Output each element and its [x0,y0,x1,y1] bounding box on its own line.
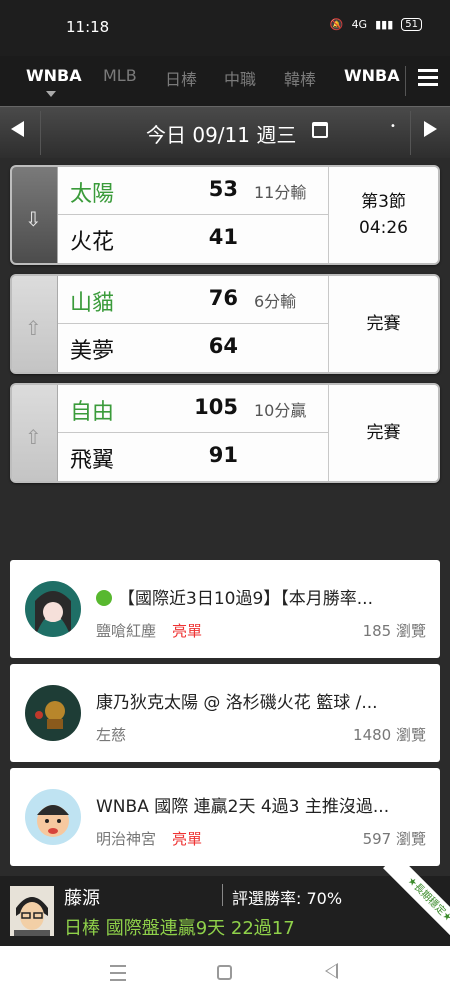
game-status: 完賽 [328,276,438,372]
tipster-name: 藤源 [64,888,100,909]
mute-icon: 🔕 [329,18,344,31]
game-clock: 04:26 [359,218,408,238]
back-icon[interactable] [325,963,338,979]
game-final-label: 完賽 [366,314,401,334]
green-circle-icon [96,590,112,606]
home-team-score: 76 [208,286,238,310]
status-bar: 11:18 🔕 4G ▮▮▮ 51 [0,0,450,56]
away-team-name: 美夢 [70,339,115,364]
post-author[interactable]: 鹽嗆紅塵 [96,620,156,641]
previous-day-arrow-icon[interactable] [11,121,24,137]
tab-mlb[interactable]: MLB [103,66,137,85]
post-views: 185 瀏覽 [362,622,426,640]
score-difference: 10分贏 [254,401,307,420]
home-team-row: 自由 105 10分贏 [58,385,328,433]
away-team-row: 火花 41 [58,215,328,263]
system-nav-bar [0,946,450,1000]
avatar [10,886,54,936]
post-item[interactable]: 【國際近3日10過9】【本月勝率... 鹽嗆紅塵 亮單 185 瀏覽 [10,560,440,658]
away-team-score: 91 [208,443,238,467]
away-team-name: 火花 [70,230,115,255]
arrow-up-icon: ⇧ [25,425,42,449]
expand-toggle[interactable]: ⇩ [12,167,58,263]
expand-toggle[interactable]: ⇧ [12,385,58,481]
arrow-up-icon: ⇧ [25,316,42,340]
recent-apps-icon[interactable] [110,965,126,986]
promo-banner[interactable]: 藤源 評選勝率: 70% 日棒 國際盤連贏9天 22過17 ★長期穩定★ [0,854,450,946]
post-title[interactable]: WNBA 國際 連贏2天 4過3 主推沒過... [96,792,428,817]
tab-wnba[interactable]: WNBA [26,66,82,85]
league-tab-bar: WNBA MLB 日棒 中職 韓棒 WNBA [0,56,450,106]
date-divider-right [410,111,411,155]
post-title[interactable]: 【國際近3日10過9】【本月勝率... [96,584,428,609]
battery-icon: 51 [401,18,422,31]
game-card[interactable]: ⇧ 山貓 76 6分輸 美夢 64 完賽 [10,274,440,374]
home-team-name: 自由 [70,400,115,425]
calendar-icon[interactable] [312,122,328,138]
avatar[interactable] [25,789,81,845]
away-team-row: 飛翼 91 [58,433,328,481]
home-team-score: 53 [208,177,238,201]
tab-kbo[interactable]: 韓棒 [284,66,316,90]
away-team-row: 美夢 64 [58,324,328,372]
post-item[interactable]: WNBA 國際 連贏2天 4過3 主推沒過... 明治神宮 亮單 597 瀏覽 [10,768,440,866]
home-team-row: 山貓 76 6分輸 [58,276,328,324]
dot-icon: • [390,121,396,132]
game-final-label: 完賽 [366,423,401,443]
game-status: 完賽 [328,385,438,481]
post-author[interactable]: 左慈 [96,724,126,745]
home-icon[interactable] [217,965,232,980]
post-title[interactable]: 康乃狄克太陽 @ 洛杉磯火花 籃球 /... [96,688,428,713]
date-divider-left [40,111,41,155]
game-card[interactable]: ⇧ 自由 105 10分贏 飛翼 91 完賽 [10,383,440,483]
date-label[interactable]: 今日 09/11 週三 [146,119,296,148]
post-views: 1480 瀏覽 [353,726,426,744]
score-difference: 11分輸 [254,183,307,202]
next-day-arrow-icon[interactable] [424,121,437,137]
tab-divider [405,66,406,96]
post-author[interactable]: 明治神宮 [96,828,156,849]
tab-wnba-2[interactable]: WNBA [344,66,400,85]
avatar[interactable] [25,685,81,741]
status-icons: 🔕 4G ▮▮▮ 51 [330,18,422,31]
tab-cpbl[interactable]: 中職 [224,66,256,90]
post-item[interactable]: 康乃狄克太陽 @ 洛杉磯火花 籃球 /... 左慈 1480 瀏覽 [10,664,440,762]
home-team-name: 太陽 [70,182,115,207]
post-views: 597 瀏覽 [362,830,426,848]
home-team-name: 山貓 [70,291,115,316]
post-tag: 亮單 [172,830,203,848]
away-team-score: 64 [208,334,238,358]
tab-npb[interactable]: 日棒 [165,66,197,90]
status-time: 11:18 [66,18,110,36]
arrow-down-icon: ⇩ [25,207,42,231]
score-difference: 6分輸 [254,292,297,311]
game-period: 第3節 [361,192,406,212]
active-tab-caret-icon [46,91,56,97]
home-team-row: 太陽 53 11分輸 [58,167,328,215]
expand-toggle[interactable]: ⇧ [12,276,58,372]
away-team-score: 41 [208,225,238,249]
game-status: 第3節 04:26 [328,167,438,263]
date-bar: 今日 09/11 週三 • [0,106,450,158]
corner-ribbon: ★長期穩定★ [383,854,450,946]
hamburger-menu-icon[interactable] [418,69,438,87]
home-team-score: 105 [194,395,238,419]
avatar[interactable] [25,581,81,637]
banner-divider [222,884,223,906]
away-team-name: 飛翼 [70,448,115,473]
post-tag: 亮單 [172,622,203,640]
game-card[interactable]: ⇩ 太陽 53 11分輸 火花 41 第3節 04:26 [10,165,440,265]
signal-icon: ▮▮▮ [375,18,394,31]
network-label: 4G [351,18,368,31]
post-title-text: 【國際近3日10過9】【本月勝率... [118,589,373,609]
banner-headline: 日棒 國際盤連贏9天 22過17 [64,918,295,939]
win-rate: 評選勝率: 70% [232,889,343,908]
